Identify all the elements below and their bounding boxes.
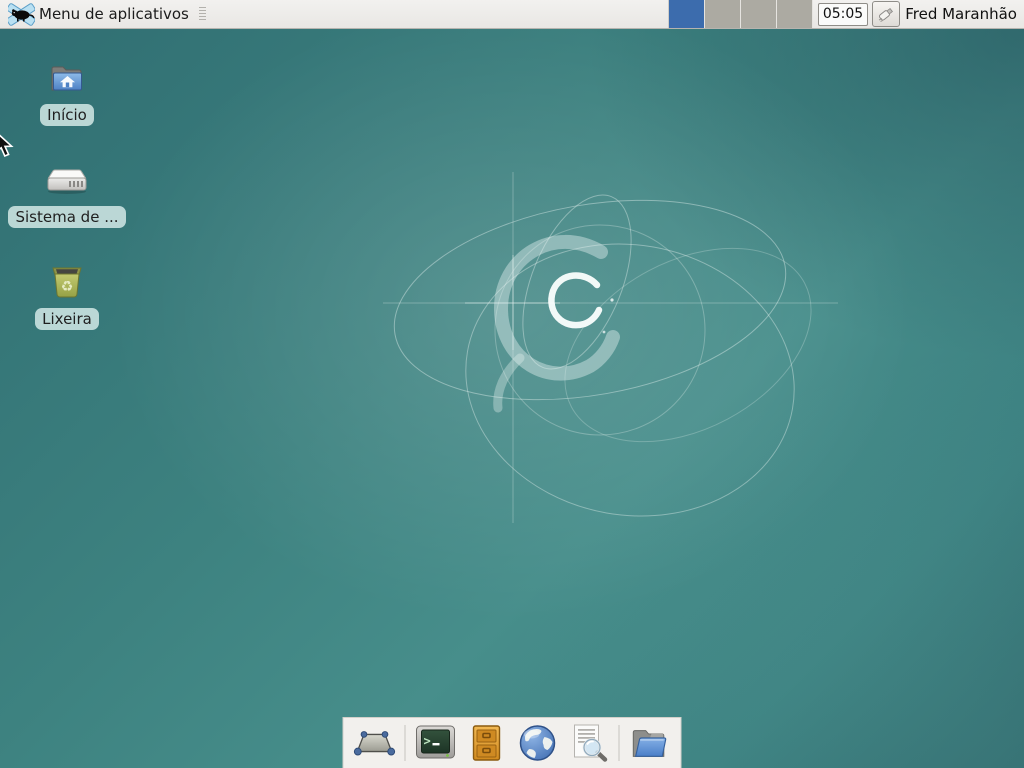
applications-menu-label: Menu de aplicativos xyxy=(39,5,189,23)
debian-lines-wallpaper-art xyxy=(0,29,1024,768)
svg-text:>: > xyxy=(424,734,431,748)
mouse-cursor xyxy=(0,131,20,159)
workspace-3[interactable] xyxy=(741,0,777,28)
bottom-dock: > xyxy=(343,717,682,768)
dock-web-browser-button[interactable] xyxy=(517,722,559,764)
debian-swirl xyxy=(498,242,614,408)
desktop-icon-label: Sistema de ... xyxy=(8,206,125,228)
dock-application-finder-button[interactable] xyxy=(568,722,610,764)
workspace-1[interactable] xyxy=(669,0,705,28)
file-cabinet-icon xyxy=(468,723,506,763)
desktop-icon-filesystem[interactable]: Sistema de ... xyxy=(2,159,132,228)
dock-file-cabinet-button[interactable] xyxy=(466,722,508,764)
usb-drive-icon xyxy=(876,5,896,23)
applications-menu-button[interactable]: Menu de aplicativos xyxy=(4,0,210,28)
globe-icon xyxy=(518,723,558,763)
hard-drive-icon xyxy=(44,159,90,201)
dock-separator xyxy=(619,725,620,761)
folder-icon xyxy=(629,725,671,761)
desktop-background[interactable]: Início Sistema de ... xyxy=(0,29,1024,768)
workspace-4[interactable] xyxy=(777,0,813,28)
removable-media-button[interactable] xyxy=(872,1,900,27)
workspace-2[interactable] xyxy=(705,0,741,28)
document-search-icon xyxy=(568,723,610,763)
dock-terminal-button[interactable]: > xyxy=(415,722,457,764)
xfce-mouse-logo-icon xyxy=(8,2,35,27)
dock-file-manager-button[interactable] xyxy=(629,722,671,764)
trash-icon: ♻ xyxy=(48,261,86,303)
desktop-icon-home[interactable]: Início xyxy=(2,57,132,126)
desktop-icon-label: Lixeira xyxy=(35,308,99,330)
svg-text:♻: ♻ xyxy=(61,279,74,295)
top-panel: Menu de aplicativos 05:05 Fred Maranhão xyxy=(0,0,1024,29)
panel-grip-handle[interactable] xyxy=(199,7,206,21)
home-folder-icon xyxy=(48,57,86,99)
logged-in-user[interactable]: Fred Maranhão xyxy=(905,5,1017,23)
dock-show-desktop-button[interactable] xyxy=(354,722,396,764)
workspace-switcher xyxy=(668,0,813,28)
terminal-icon: > xyxy=(415,724,457,762)
dock-separator xyxy=(405,725,406,761)
clock[interactable]: 05:05 xyxy=(818,3,868,26)
desktop-icon-trash[interactable]: ♻ Lixeira xyxy=(2,261,132,330)
desktop-icon-label: Início xyxy=(40,104,94,126)
show-desktop-icon xyxy=(354,728,396,758)
